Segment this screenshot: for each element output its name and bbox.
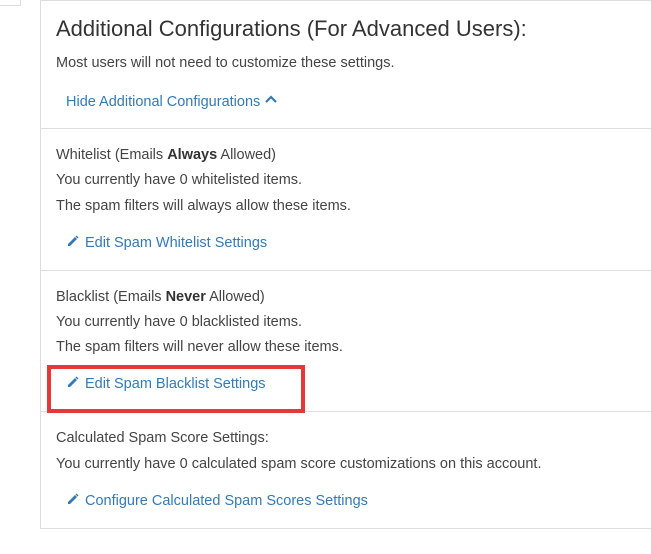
header-section: Additional Configurations (For Advanced … [41, 1, 651, 129]
score-section: Calculated Spam Score Settings: You curr… [41, 412, 651, 527]
whitelist-desc: The spam filters will always allow these… [56, 195, 636, 218]
edit-blacklist-link[interactable]: Edit Spam Blacklist Settings [66, 375, 266, 393]
section-heading: Additional Configurations (For Advanced … [56, 16, 636, 42]
configure-score-link[interactable]: Configure Calculated Spam Scores Setting… [66, 492, 368, 510]
pencil-icon [66, 234, 80, 252]
score-label: Calculated Spam Score Settings: [56, 427, 636, 450]
hide-config-link[interactable]: Hide Additional Configurations [66, 94, 277, 110]
pencil-icon [66, 492, 80, 510]
edit-whitelist-label: Edit Spam Whitelist Settings [85, 235, 267, 251]
pencil-icon [66, 375, 80, 393]
chevron-up-icon [265, 94, 277, 110]
blacklist-label: Blacklist (Emails Never Allowed) [56, 286, 636, 309]
hide-config-label: Hide Additional Configurations [66, 94, 260, 110]
whitelist-label: Whitelist (Emails Always Allowed) [56, 144, 636, 167]
additional-config-panel: Additional Configurations (For Advanced … [40, 0, 651, 529]
blacklist-count: You currently have 0 blacklisted items. [56, 311, 636, 334]
edit-blacklist-label: Edit Spam Blacklist Settings [85, 376, 266, 392]
blacklist-section: Blacklist (Emails Never Allowed) You cur… [41, 271, 651, 413]
score-count: You currently have 0 calculated spam sco… [56, 453, 636, 476]
left-panel-stub [0, 0, 21, 6]
blacklist-desc: The spam filters will never allow these … [56, 336, 636, 359]
section-subtitle: Most users will not need to customize th… [56, 52, 636, 75]
whitelist-count: You currently have 0 whitelisted items. [56, 169, 636, 192]
edit-whitelist-link[interactable]: Edit Spam Whitelist Settings [66, 234, 267, 252]
whitelist-section: Whitelist (Emails Always Allowed) You cu… [41, 129, 651, 271]
configure-score-label: Configure Calculated Spam Scores Setting… [85, 493, 368, 509]
